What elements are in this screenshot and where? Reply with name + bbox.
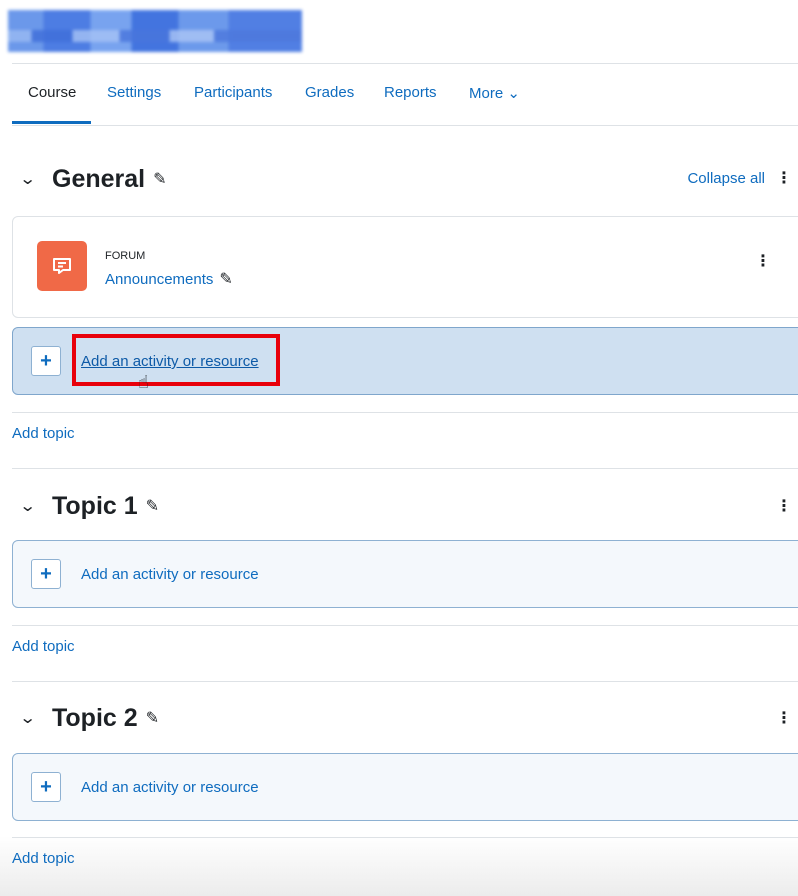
course-navigation: Course Settings Participants Grades Repo…	[12, 64, 798, 124]
tab-more[interactable]: More ⌄	[469, 84, 520, 102]
section-title: General	[52, 164, 146, 193]
pencil-icon[interactable]: ✎	[153, 169, 166, 189]
add-activity-link[interactable]: Add an activity or resource	[81, 779, 259, 796]
divider	[12, 125, 798, 126]
divider	[12, 837, 798, 838]
chevron-down-icon[interactable]: ⌄	[19, 496, 45, 516]
divider	[12, 681, 798, 682]
tab-settings[interactable]: Settings	[107, 84, 161, 101]
add-topic-link[interactable]: Add topic	[12, 850, 75, 867]
tab-reports[interactable]: Reports	[384, 84, 437, 101]
kebab-menu-icon[interactable]: ⋮	[755, 251, 771, 271]
pencil-icon[interactable]: ✎	[146, 496, 159, 516]
divider	[12, 625, 798, 626]
section-header-general: ⌄ General ✎	[19, 164, 167, 194]
active-tab-indicator	[12, 121, 91, 124]
kebab-menu-icon[interactable]: ⋮	[776, 168, 792, 188]
course-title-redacted	[8, 10, 302, 52]
highlight-frame	[72, 334, 280, 386]
plus-icon[interactable]: +	[31, 346, 61, 376]
pencil-icon[interactable]: ✎	[146, 708, 159, 728]
section-header-topic-1: ⌄ Topic 1 ✎	[19, 491, 159, 521]
add-activity-area[interactable]: + Add an activity or resource	[12, 753, 798, 821]
add-activity-area[interactable]: + Add an activity or resource	[12, 540, 798, 608]
tab-grades[interactable]: Grades	[305, 84, 354, 101]
activity-name-link[interactable]: Announcements ✎	[105, 269, 233, 289]
chevron-down-icon[interactable]: ⌄	[19, 708, 45, 728]
collapse-all-link[interactable]: Collapse all	[687, 170, 765, 187]
add-topic-link[interactable]: Add topic	[12, 425, 75, 442]
plus-icon[interactable]: +	[31, 559, 61, 589]
plus-icon[interactable]: +	[31, 772, 61, 802]
forum-icon	[37, 241, 87, 291]
kebab-menu-icon[interactable]: ⋮	[776, 496, 792, 516]
divider	[12, 468, 798, 469]
tab-course[interactable]: Course	[28, 84, 76, 101]
pencil-icon[interactable]: ✎	[219, 271, 232, 288]
activity-card-forum: FORUM Announcements ✎ ⋮	[12, 216, 798, 318]
activity-name[interactable]: Announcements	[105, 271, 213, 288]
hand-cursor-icon: ☝	[138, 372, 149, 392]
kebab-menu-icon[interactable]: ⋮	[776, 708, 792, 728]
footer-shade	[0, 836, 798, 896]
divider	[12, 412, 798, 413]
add-topic-link[interactable]: Add topic	[12, 638, 75, 655]
section-header-topic-2: ⌄ Topic 2 ✎	[19, 703, 159, 733]
section-title: Topic 1	[52, 491, 138, 520]
add-activity-link[interactable]: Add an activity or resource	[81, 566, 259, 583]
chevron-down-icon[interactable]: ⌄	[19, 169, 45, 189]
tab-participants[interactable]: Participants	[194, 84, 272, 101]
activity-type-label: FORUM	[105, 250, 146, 262]
section-title: Topic 2	[52, 703, 138, 732]
